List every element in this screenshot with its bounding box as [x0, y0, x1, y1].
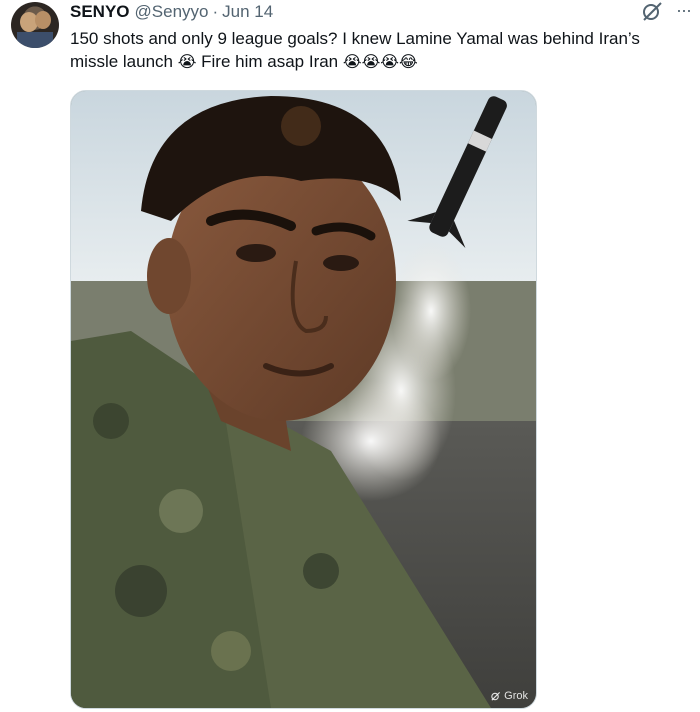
grok-watermark-icon — [491, 691, 501, 701]
user-handle[interactable]: @Senyyo — [135, 2, 209, 22]
tweet: SENYO @Senyyo · Jun 14 ··· 150 shots and… — [0, 0, 700, 712]
display-name[interactable]: SENYO — [70, 2, 130, 22]
emoji-group: 😭😭😭😂 — [342, 54, 418, 71]
tweet-text: 150 shots and only 9 league goals? I kne… — [70, 27, 690, 74]
separator: · — [212, 2, 219, 21]
tweet-date[interactable]: Jun 14 — [222, 2, 273, 22]
tweet-header: SENYO @Senyyo · Jun 14 — [70, 0, 273, 24]
tweet-text-part2: Fire him asap Iran — [196, 52, 343, 71]
tweet-image[interactable]: Grok — [70, 90, 537, 709]
more-icon[interactable]: ··· — [676, 0, 700, 24]
avatar[interactable] — [11, 2, 59, 48]
crying-emoji: 😭 — [177, 54, 197, 71]
grok-watermark: Grok — [490, 690, 528, 702]
generated-image — [71, 91, 536, 708]
grok-watermark-label: Grok — [504, 690, 528, 702]
grok-icon[interactable] — [640, 0, 664, 24]
